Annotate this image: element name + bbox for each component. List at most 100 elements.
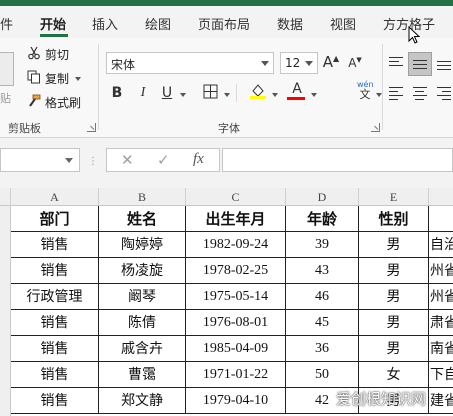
- align-middle-button[interactable]: [408, 52, 432, 76]
- copy-icon: [26, 70, 42, 87]
- name-box[interactable]: [0, 148, 80, 172]
- tab-file[interactable]: 件: [0, 14, 13, 33]
- font-color-dropdown-icon[interactable]: [311, 93, 317, 97]
- cell-name[interactable]: 阚琴: [99, 284, 186, 310]
- cell-province[interactable]: 州省: [429, 258, 453, 284]
- font-color-swatch: [287, 97, 305, 100]
- borders-dropdown-icon[interactable]: [224, 93, 230, 97]
- tab-data[interactable]: 数据: [277, 14, 303, 33]
- cell-department[interactable]: 销售: [11, 310, 99, 336]
- formula-bar: ⋮ ✕ ✓ fx: [0, 138, 453, 188]
- cut-button[interactable]: 剪切: [26, 46, 69, 63]
- cell-province[interactable]: 州省: [429, 284, 453, 310]
- cell-birth-date[interactable]: 1979-04-10: [186, 388, 286, 414]
- increase-font-button[interactable]: A▲: [322, 53, 340, 71]
- header-cell-gender[interactable]: 性别: [359, 206, 429, 232]
- cell-birth-date[interactable]: 1978-02-25: [186, 258, 286, 284]
- cell-department[interactable]: 销售: [11, 388, 99, 414]
- format-painter-button[interactable]: 格式刷: [26, 94, 81, 111]
- underline-button[interactable]: U: [160, 85, 174, 101]
- cell-birth-date[interactable]: 1971-01-22: [186, 362, 286, 388]
- cell-department[interactable]: 行政管理: [11, 284, 99, 310]
- underline-dropdown-icon[interactable]: [180, 93, 186, 97]
- fill-color-button[interactable]: [248, 82, 268, 104]
- cell-gender[interactable]: 男: [359, 310, 429, 336]
- cell-gender[interactable]: 男: [359, 336, 429, 362]
- cell-province[interactable]: 肃省: [429, 310, 453, 336]
- phonetic-guide-button[interactable]: wén 文: [357, 80, 374, 101]
- cell-age[interactable]: 43: [286, 258, 359, 284]
- cell-gender[interactable]: 男: [359, 284, 429, 310]
- cell-name[interactable]: 郑文静: [99, 388, 186, 414]
- cell-name[interactable]: 戚含卉: [99, 336, 186, 362]
- column-header-a[interactable]: A: [11, 188, 99, 206]
- paste-button[interactable]: [0, 52, 14, 86]
- column-header-f[interactable]: [429, 188, 453, 206]
- align-left-icon[interactable]: [389, 87, 403, 103]
- scissors-icon: [26, 46, 42, 63]
- cell-age[interactable]: 36: [286, 336, 359, 362]
- worksheet[interactable]: A B C D E 部门 姓名 出生年月 年龄 性别 销售 陶婷婷 1982-0…: [0, 188, 453, 416]
- header-cell-name[interactable]: 姓名: [99, 206, 186, 232]
- cell-age[interactable]: 39: [286, 232, 359, 258]
- copy-button[interactable]: 复制: [26, 70, 82, 87]
- cell-gender[interactable]: 男: [359, 232, 429, 258]
- align-top-icon[interactable]: [389, 57, 403, 69]
- italic-button[interactable]: I: [136, 85, 150, 101]
- cell-age[interactable]: 45: [286, 310, 359, 336]
- select-all-corner[interactable]: [0, 188, 11, 206]
- font-name-select[interactable]: 宋体: [106, 52, 274, 74]
- column-header-b[interactable]: B: [99, 188, 186, 206]
- cell-name[interactable]: 杨凌旋: [99, 258, 186, 284]
- cell-department[interactable]: 销售: [11, 232, 99, 258]
- cell-province[interactable]: 建省: [429, 388, 453, 414]
- cell-province[interactable]: 下自: [429, 362, 453, 388]
- header-cell-next[interactable]: [429, 206, 453, 232]
- formula-input[interactable]: [222, 148, 453, 172]
- cell-department[interactable]: 销售: [11, 258, 99, 284]
- cell-name[interactable]: 曹霭: [99, 362, 186, 388]
- enter-icon[interactable]: ✓: [157, 151, 170, 169]
- align-center-icon[interactable]: [413, 87, 427, 103]
- cell-gender[interactable]: 男: [359, 258, 429, 284]
- font-color-button[interactable]: A: [287, 82, 307, 100]
- cell-province[interactable]: 南省: [429, 336, 453, 362]
- column-header-e[interactable]: E: [359, 188, 429, 206]
- tab-insert[interactable]: 插入: [92, 14, 118, 33]
- header-cell-age[interactable]: 年龄: [286, 206, 359, 232]
- cell-age[interactable]: 46: [286, 284, 359, 310]
- cell-age[interactable]: 50: [286, 362, 359, 388]
- font-launcher-icon[interactable]: [371, 123, 380, 132]
- tab-draw[interactable]: 绘图: [145, 14, 171, 33]
- bold-button[interactable]: B: [110, 85, 124, 101]
- cell-birth-date[interactable]: 1975-05-14: [186, 284, 286, 310]
- cell-name[interactable]: 陈倩: [99, 310, 186, 336]
- header-cell-department[interactable]: 部门: [11, 206, 99, 232]
- copy-dropdown-icon[interactable]: [75, 76, 82, 81]
- tab-home[interactable]: 开始: [40, 14, 66, 33]
- column-header-d[interactable]: D: [286, 188, 359, 206]
- tab-view[interactable]: 视图: [330, 14, 356, 33]
- align-right-icon[interactable]: [437, 87, 451, 103]
- cell-department[interactable]: 销售: [11, 362, 99, 388]
- formula-bar-grip[interactable]: ⋮: [88, 156, 99, 167]
- cell-birth-date[interactable]: 1985-04-09: [186, 336, 286, 362]
- cell-birth-date[interactable]: 1976-08-01: [186, 310, 286, 336]
- cell-gender[interactable]: 女: [359, 362, 429, 388]
- header-cell-birth-date[interactable]: 出生年月: [186, 206, 286, 232]
- cell-birth-date[interactable]: 1982-09-24: [186, 232, 286, 258]
- cell-province[interactable]: 自治: [429, 232, 453, 258]
- decrease-font-button[interactable]: A▼: [346, 56, 364, 70]
- clipboard-launcher-icon[interactable]: [87, 123, 96, 132]
- cell-department[interactable]: 销售: [11, 336, 99, 362]
- cancel-icon[interactable]: ✕: [121, 151, 134, 169]
- tab-page-layout[interactable]: 页面布局: [198, 14, 250, 33]
- column-header-c[interactable]: C: [186, 188, 286, 206]
- font-size-select[interactable]: 12: [280, 52, 318, 74]
- phonetic-bottom: 文: [359, 88, 371, 101]
- align-bottom-icon[interactable]: [437, 61, 451, 73]
- fill-color-dropdown-icon[interactable]: [272, 93, 278, 97]
- insert-function-icon[interactable]: fx: [193, 151, 204, 168]
- borders-button[interactable]: [201, 84, 219, 103]
- cell-name[interactable]: 陶婷婷: [99, 232, 186, 258]
